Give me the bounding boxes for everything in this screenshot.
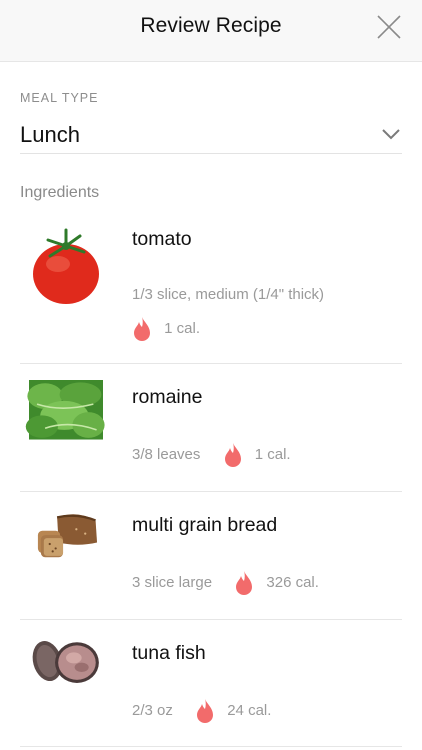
- ingredient-amount: 1/3 slice, medium (1/4" thick): [132, 286, 325, 303]
- ingredient-details-row: 3 slice large 326 cal.: [132, 570, 319, 596]
- ingredient-name: multi grain bread: [132, 514, 278, 536]
- flame-icon: [224, 443, 241, 467]
- ingredient-amount: 3 slice large: [132, 573, 213, 591]
- ingredient-row-multi-grain-bread[interactable]: multi grain bread 3 slice large 326 cal.: [20, 492, 402, 620]
- ingredient-name: tuna fish: [132, 642, 206, 664]
- tomato-image: [20, 222, 112, 314]
- ingredient-name: tomato: [132, 228, 192, 250]
- bread-image: [32, 510, 100, 561]
- ingredients-heading: Ingredients: [20, 184, 100, 201]
- ingredient-row-tuna-fish[interactable]: tuna fish 2/3 oz 24 cal.: [20, 620, 402, 750]
- ingredient-calories: 1 cal.: [254, 445, 291, 463]
- ingredient-name: romaine: [132, 386, 203, 408]
- ingredient-calories: 24 cal.: [227, 701, 272, 719]
- ingredient-amount: 2/3 oz: [132, 701, 173, 719]
- flame-icon: [197, 699, 214, 723]
- ingredient-calories: 1 cal.: [164, 319, 201, 337]
- meal-type-label: MEAL TYPE: [20, 91, 99, 105]
- row-divider: [20, 746, 402, 747]
- flame-icon: [236, 571, 253, 595]
- chevron-down-icon: [382, 129, 400, 140]
- ingredient-row-tomato[interactable]: tomato 1/3 slice, medium (1/4" thick) 1 …: [20, 222, 402, 364]
- meal-type-select[interactable]: Lunch: [20, 120, 402, 154]
- ingredient-calories: 326 cal.: [266, 573, 319, 591]
- top-bar: Review Recipe: [0, 0, 422, 62]
- page-title: Review Recipe: [140, 14, 282, 37]
- flame-icon: [134, 317, 150, 341]
- ingredient-details-row: 2/3 oz 24 cal.: [132, 698, 271, 724]
- tuna-can-image: [30, 636, 102, 693]
- close-icon[interactable]: [376, 14, 402, 40]
- ingredient-calories-row: 1 cal.: [132, 316, 200, 342]
- ingredient-row-romaine[interactable]: romaine 3/8 leaves 1 cal.: [20, 364, 402, 492]
- ingredient-details-row: 3/8 leaves 1 cal.: [132, 442, 291, 468]
- meal-type-value: Lunch: [20, 122, 80, 147]
- ingredient-amount: 3/8 leaves: [132, 445, 201, 463]
- romaine-image: [25, 380, 105, 440]
